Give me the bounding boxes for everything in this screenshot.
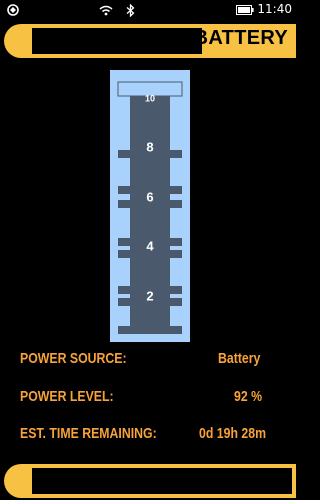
gauge-gap xyxy=(170,246,182,250)
gauge-segment xyxy=(130,306,170,326)
gauge-segment xyxy=(130,258,170,286)
power-level-value: 92 % xyxy=(234,388,263,405)
header-frame-gap xyxy=(32,28,202,54)
time-remaining-row: EST. TIME REMAINING: 0d 19h 28m xyxy=(20,425,290,445)
gauge-gap xyxy=(118,294,130,298)
gauge-scale-label: 2 xyxy=(146,288,153,303)
gauge-scale-label: 4 xyxy=(146,238,154,253)
gauge-scale-label: 10 xyxy=(145,93,155,103)
time-remaining-label: EST. TIME REMAINING: xyxy=(20,425,157,442)
battery-gauge: 10 8 6 4 2 xyxy=(110,70,190,342)
power-level-label: POWER LEVEL: xyxy=(20,388,114,405)
wifi-icon xyxy=(98,3,114,17)
gauge-gap xyxy=(170,194,182,200)
footer-frame-gap xyxy=(32,468,292,494)
gauge-segment xyxy=(130,158,170,186)
gauge-segment xyxy=(130,208,170,238)
page-title: BATTERY xyxy=(193,27,288,49)
power-level-row: POWER LEVEL: 92 % xyxy=(20,388,290,408)
status-bar: 11:40 xyxy=(0,0,300,20)
clock: 11:40 xyxy=(257,2,292,16)
gauge-gap xyxy=(118,246,130,250)
gauge-segment xyxy=(118,326,182,334)
battery-gauge-graphic: 10 8 6 4 2 xyxy=(117,81,183,334)
header-frame: BATTERY xyxy=(4,24,296,58)
gauge-scale-label: 8 xyxy=(146,139,153,154)
power-source-row: POWER SOURCE: Battery xyxy=(20,350,290,370)
battery-icon xyxy=(236,3,254,17)
power-source-value: Battery xyxy=(218,350,261,367)
bluetooth-icon xyxy=(124,3,136,17)
time-remaining-value: 0d 19h 28m xyxy=(199,425,267,442)
power-source-label: POWER SOURCE: xyxy=(20,350,127,367)
gauge-gap xyxy=(170,294,182,298)
notification-icon xyxy=(6,3,20,17)
gauge-gap xyxy=(118,194,130,200)
footer-frame xyxy=(4,464,296,498)
gauge-scale-label: 6 xyxy=(146,189,153,204)
